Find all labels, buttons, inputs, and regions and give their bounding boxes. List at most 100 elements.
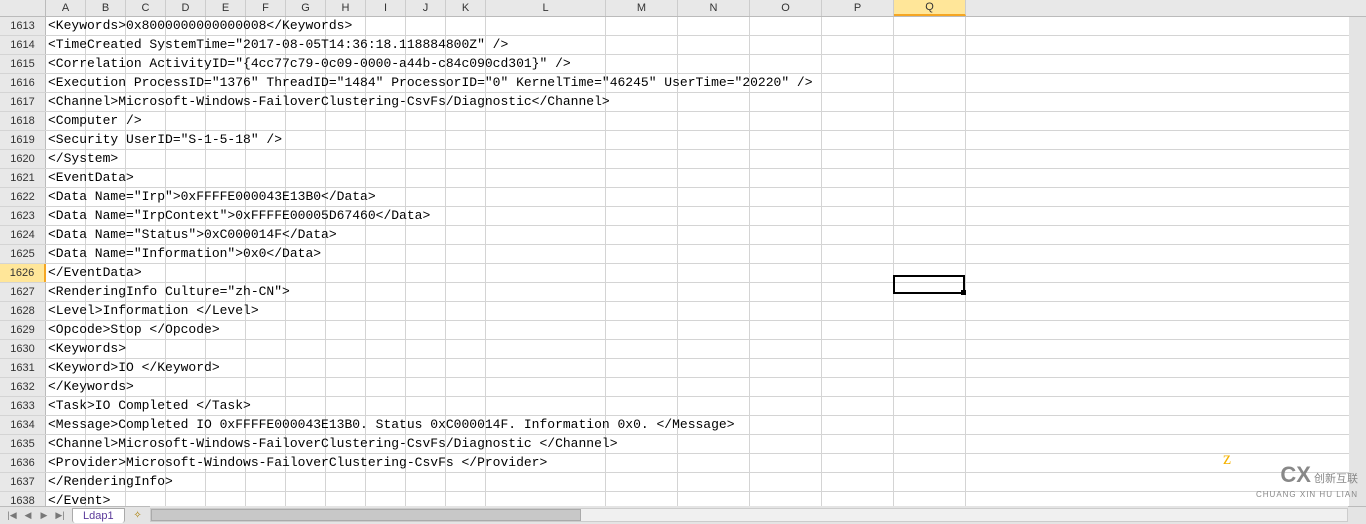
row-cells[interactable]: <Channel>Microsoft-Windows-FailoverClust… xyxy=(46,93,1366,111)
column-header-E[interactable]: E xyxy=(206,0,246,16)
row-header[interactable]: 1622 xyxy=(0,188,46,206)
row-header[interactable]: 1614 xyxy=(0,36,46,54)
column-header-L[interactable]: L xyxy=(486,0,606,16)
row-cells[interactable]: <Keywords> xyxy=(46,340,1366,358)
row-header[interactable]: 1625 xyxy=(0,245,46,263)
row-cells[interactable]: </Keywords> xyxy=(46,378,1366,396)
column-header-B[interactable]: B xyxy=(86,0,126,16)
row-cells[interactable]: <Keyword>IO </Keyword> xyxy=(46,359,1366,377)
cell-text: <Keywords> xyxy=(48,341,126,356)
new-sheet-button[interactable]: ✧ xyxy=(129,509,147,523)
row-cells[interactable]: <Correlation ActivityID="{4cc77c79-0c09-… xyxy=(46,55,1366,73)
row-cells[interactable]: <Level>Information </Level> xyxy=(46,302,1366,320)
row-header[interactable]: 1637 xyxy=(0,473,46,491)
row-cells[interactable]: <TimeCreated SystemTime="2017-08-05T14:3… xyxy=(46,36,1366,54)
column-header-J[interactable]: J xyxy=(406,0,446,16)
hscroll-track[interactable] xyxy=(150,508,1348,522)
column-header-K[interactable]: K xyxy=(446,0,486,16)
row-cells[interactable]: </System> xyxy=(46,150,1366,168)
row-header[interactable]: 1631 xyxy=(0,359,46,377)
row-header[interactable]: 1633 xyxy=(0,397,46,415)
row-cells[interactable]: <Data Name="Status">0xC000014F</Data> xyxy=(46,226,1366,244)
hscroll-thumb[interactable] xyxy=(151,509,581,521)
row-cells[interactable]: </RenderingInfo> xyxy=(46,473,1366,491)
row-header[interactable]: 1613 xyxy=(0,17,46,35)
tab-nav-first[interactable]: |◀ xyxy=(4,509,20,523)
column-header-O[interactable]: O xyxy=(750,0,822,16)
row-header[interactable]: 1616 xyxy=(0,74,46,92)
table-row: 1621<EventData> xyxy=(0,169,1366,188)
table-row: 1638</Event> xyxy=(0,492,1366,506)
vertical-scrollbar[interactable] xyxy=(1349,17,1366,506)
select-all-corner[interactable] xyxy=(0,0,46,16)
row-cells[interactable]: <Security UserID="S-1-5-18" /> xyxy=(46,131,1366,149)
row-cells[interactable]: <Opcode>Stop </Opcode> xyxy=(46,321,1366,339)
column-header-H[interactable]: H xyxy=(326,0,366,16)
table-row: 1632</Keywords> xyxy=(0,378,1366,397)
row-header[interactable]: 1623 xyxy=(0,207,46,225)
row-header[interactable]: 1638 xyxy=(0,492,46,506)
sheet-tab-active[interactable]: Ldap1 xyxy=(72,508,125,523)
column-header-Q[interactable]: Q xyxy=(894,0,966,16)
table-row: 1620</System> xyxy=(0,150,1366,169)
table-row: 1614<TimeCreated SystemTime="2017-08-05T… xyxy=(0,36,1366,55)
column-header-C[interactable]: C xyxy=(126,0,166,16)
row-header[interactable]: 1635 xyxy=(0,435,46,453)
table-row: 1626</EventData> xyxy=(0,264,1366,283)
row-header[interactable]: 1632 xyxy=(0,378,46,396)
cell-text: </Event> xyxy=(48,493,110,506)
table-row: 1637</RenderingInfo> xyxy=(0,473,1366,492)
column-header-M[interactable]: M xyxy=(606,0,678,16)
spreadsheet-grid: ABCDEFGHIJKLMNOPQ 1613<Keywords>0x800000… xyxy=(0,0,1366,506)
cell-text: <Data Name="Information">0x0</Data> xyxy=(48,246,321,261)
row-cells[interactable]: <Execution ProcessID="1376" ThreadID="14… xyxy=(46,74,1366,92)
column-header-P[interactable]: P xyxy=(822,0,894,16)
row-header[interactable]: 1627 xyxy=(0,283,46,301)
column-header-D[interactable]: D xyxy=(166,0,206,16)
row-cells[interactable]: <Data Name="IrpContext">0xFFFFE00005D674… xyxy=(46,207,1366,225)
tab-nav-prev[interactable]: ◀ xyxy=(20,509,36,523)
column-header-N[interactable]: N xyxy=(678,0,750,16)
row-cells[interactable]: </Event> xyxy=(46,492,1366,506)
row-cells[interactable]: <Provider>Microsoft-Windows-FailoverClus… xyxy=(46,454,1366,472)
row-header[interactable]: 1636 xyxy=(0,454,46,472)
row-header[interactable]: 1634 xyxy=(0,416,46,434)
cell-text: <Provider>Microsoft-Windows-FailoverClus… xyxy=(48,455,547,470)
row-header[interactable]: 1628 xyxy=(0,302,46,320)
tab-nav-buttons: |◀ ◀ ▶ ▶| xyxy=(0,509,72,523)
row-header[interactable]: 1619 xyxy=(0,131,46,149)
row-header[interactable]: 1621 xyxy=(0,169,46,187)
row-cells[interactable]: <Channel>Microsoft-Windows-FailoverClust… xyxy=(46,435,1366,453)
row-header[interactable]: 1624 xyxy=(0,226,46,244)
table-row: 1624<Data Name="Status">0xC000014F</Data… xyxy=(0,226,1366,245)
row-header[interactable]: 1629 xyxy=(0,321,46,339)
column-header-F[interactable]: F xyxy=(246,0,286,16)
row-cells[interactable]: <RenderingInfo Culture="zh-CN"> xyxy=(46,283,1366,301)
column-header-G[interactable]: G xyxy=(286,0,326,16)
tab-nav-next[interactable]: ▶ xyxy=(36,509,52,523)
column-header-I[interactable]: I xyxy=(366,0,406,16)
horizontal-scrollbar[interactable] xyxy=(150,506,1348,524)
row-cells[interactable]: <Data Name="Irp">0xFFFFE000043E13B0</Dat… xyxy=(46,188,1366,206)
row-header[interactable]: 1617 xyxy=(0,93,46,111)
row-header[interactable]: 1618 xyxy=(0,112,46,130)
table-row: 1630<Keywords> xyxy=(0,340,1366,359)
cell-text: <Opcode>Stop </Opcode> xyxy=(48,322,220,337)
cell-text: <EventData> xyxy=(48,170,134,185)
row-cells[interactable]: <Data Name="Information">0x0</Data> xyxy=(46,245,1366,263)
row-cells[interactable]: <EventData> xyxy=(46,169,1366,187)
row-header[interactable]: 1620 xyxy=(0,150,46,168)
cell-text: <Data Name="Irp">0xFFFFE000043E13B0</Dat… xyxy=(48,189,376,204)
column-headers: ABCDEFGHIJKLMNOPQ xyxy=(0,0,1366,17)
row-header[interactable]: 1630 xyxy=(0,340,46,358)
row-cells[interactable]: </EventData> xyxy=(46,264,1366,282)
tab-nav-last[interactable]: ▶| xyxy=(52,509,68,523)
row-cells[interactable]: <Computer /> xyxy=(46,112,1366,130)
row-header[interactable]: 1615 xyxy=(0,55,46,73)
column-header-A[interactable]: A xyxy=(46,0,86,16)
row-cells[interactable]: <Task>IO Completed </Task> xyxy=(46,397,1366,415)
row-cells[interactable]: <Keywords>0x8000000000000008</Keywords> xyxy=(46,17,1366,35)
row-cells[interactable]: <Message>Completed IO 0xFFFFE000043E13B0… xyxy=(46,416,1366,434)
table-row: 1613<Keywords>0x8000000000000008</Keywor… xyxy=(0,17,1366,36)
row-header[interactable]: 1626 xyxy=(0,264,46,282)
